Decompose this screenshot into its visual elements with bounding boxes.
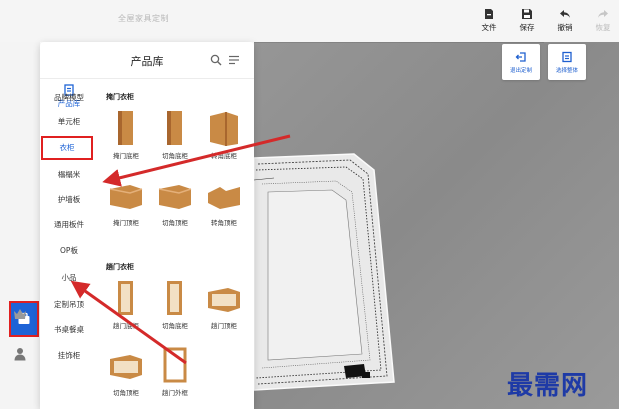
category-item-wardrobe[interactable]: 衣柜	[41, 136, 93, 160]
category-item[interactable]: 书桌餐桌	[40, 324, 98, 335]
select-all-label: 选择整体	[555, 67, 578, 74]
save-button[interactable]: 保存	[515, 8, 539, 33]
product-card-label: 切角顶柜	[113, 389, 139, 397]
product-card[interactable]: 切角底柜	[153, 108, 197, 166]
toolbar: 文件 保存 撤销 恢复	[477, 8, 615, 33]
category-item[interactable]: 通用板件	[40, 219, 98, 230]
product-card[interactable]: 转角底柜	[202, 108, 246, 166]
panel-header: 产品库	[40, 42, 254, 79]
product-card[interactable]: 掩门顶柜	[104, 175, 148, 233]
section-title: 掩门衣柜	[106, 93, 134, 101]
product-card-label: 切角底柜	[162, 322, 188, 330]
undo-button[interactable]: 撤销	[553, 8, 577, 33]
category-item[interactable]: 定制吊顶	[40, 299, 98, 310]
product-card-label: 趟门底柜	[113, 322, 139, 330]
product-card[interactable]: 切角底柜	[153, 278, 197, 336]
corner-cabinet-icon	[204, 108, 244, 148]
open-top-cabinet-icon	[106, 345, 146, 385]
search-icon[interactable]	[210, 54, 222, 66]
category-item[interactable]: OP板	[40, 245, 98, 256]
product-card-label: 切角顶柜	[162, 219, 188, 227]
top-cabinet-icon	[155, 175, 195, 215]
product-card-label: 转角顶柜	[211, 219, 237, 227]
product-card-label: 掩门顶柜	[113, 219, 139, 227]
save-label: 保存	[519, 23, 535, 32]
crown-button[interactable]	[12, 306, 28, 322]
file-label: 文件	[481, 23, 497, 32]
watermark: 最需网	[507, 371, 589, 401]
exit-icon	[515, 51, 526, 62]
save-icon	[522, 9, 532, 19]
redo-label: 恢复	[595, 23, 611, 32]
product-card[interactable]: 切角顶柜	[153, 175, 197, 233]
undo-label: 撤销	[557, 23, 573, 32]
product-card[interactable]: 趟门顶柜	[202, 278, 246, 336]
design-viewport[interactable]	[254, 42, 619, 409]
product-card-label: 转角底柜	[211, 152, 237, 160]
category-column: 产品库 品牌模型 单元柜 衣柜 榻榻米 护墙板 通用板件 OP板 小品 定制吊顶 书桌餐桌 挂饰柜	[40, 78, 98, 409]
exit-custom-label: 退出定制	[509, 67, 532, 74]
open-top-cabinet-icon	[204, 278, 244, 318]
product-card[interactable]: 转角顶柜	[202, 175, 246, 233]
top-bar: 全屋家具定制 文件 保存 撤销 恢复	[0, 0, 619, 42]
tall-cabinet-icon	[106, 108, 146, 148]
file-button[interactable]: 文件	[477, 8, 501, 33]
product-card-label: 切角底柜	[162, 152, 188, 160]
list-menu-icon[interactable]	[228, 54, 240, 66]
category-item[interactable]: 小品	[40, 272, 98, 283]
category-item[interactable]: 品牌模型	[40, 92, 98, 103]
category-item[interactable]: 护墙板	[40, 194, 98, 205]
open-tall-cabinet-icon	[155, 278, 195, 318]
category-item[interactable]: 单元柜	[40, 116, 98, 127]
select-all-button[interactable]: 选择整体	[548, 44, 586, 80]
corner-top-cabinet-icon	[204, 175, 244, 215]
left-rail	[0, 42, 40, 409]
product-card[interactable]: 趟门外框	[153, 345, 197, 403]
product-card-label: 趟门顶柜	[211, 322, 237, 330]
product-card-label: 掩门底柜	[113, 152, 139, 160]
open-tall-cabinet-icon	[106, 278, 146, 318]
room-floorplan	[254, 42, 544, 391]
tall-cabinet-icon	[155, 108, 195, 148]
redo-button[interactable]: 恢复	[591, 8, 615, 33]
section-title: 趟门衣柜	[106, 263, 134, 271]
category-item[interactable]: 挂饰柜	[40, 350, 98, 361]
frame-icon	[155, 345, 195, 385]
product-card-label: 趟门外框	[162, 389, 188, 397]
crown-icon	[14, 309, 26, 319]
product-card[interactable]: 掩门底柜	[104, 108, 148, 166]
product-card[interactable]: 趟门底柜	[104, 278, 148, 336]
file-icon	[485, 9, 493, 19]
user-icon	[14, 348, 26, 361]
undo-icon	[560, 10, 570, 18]
exit-custom-button[interactable]: 退出定制	[502, 44, 540, 80]
product-library-panel: 产品库 产品库 品牌模型 单元柜 衣柜 榻榻米 护墙板 通用板件 OP板 小品 定制吊顶 书桌餐桌…	[40, 42, 254, 409]
scene-title: 全屋家具定制	[118, 14, 169, 23]
category-item[interactable]: 榻榻米	[40, 169, 98, 180]
top-cabinet-icon	[106, 175, 146, 215]
redo-icon	[598, 10, 608, 18]
product-card[interactable]: 切角顶柜	[104, 345, 148, 403]
product-area: 掩门衣柜 掩门底柜 切角底柜 转角底柜 掩门顶柜 切角顶柜 转角顶柜 趟门衣柜 趟门底柜 切角底柜…	[98, 78, 254, 409]
user-button[interactable]	[12, 346, 28, 362]
select-all-icon	[562, 51, 572, 62]
